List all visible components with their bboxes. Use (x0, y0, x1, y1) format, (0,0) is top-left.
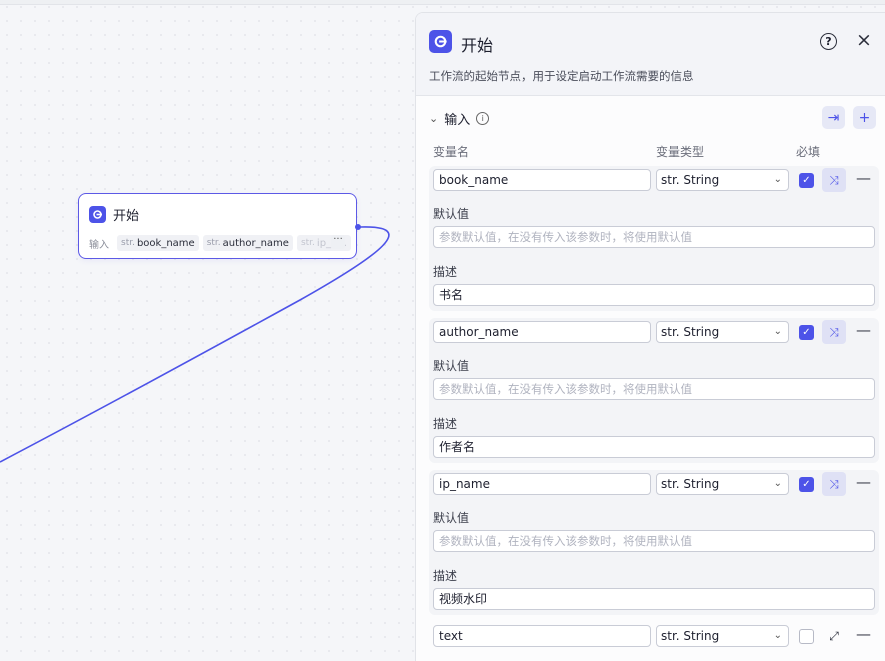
variable-name-input[interactable]: ip_name (433, 473, 651, 495)
section-title: 输入 (444, 113, 471, 128)
type-value: str. String (661, 477, 720, 491)
panel-description: 工作流的起始节点，用于设定启动工作流需要的信息 (429, 69, 694, 83)
remove-variable-button[interactable]: — (856, 625, 871, 643)
chip-type: str. (121, 238, 135, 248)
type-value: str. String (661, 325, 720, 339)
chevron-down-icon: ⌄ (773, 630, 782, 641)
variable-type-select[interactable]: str. String ⌄ (656, 473, 789, 495)
required-checkbox[interactable]: ✓ (799, 173, 814, 188)
collapse-icon[interactable]: ⤨ (822, 168, 846, 192)
help-icon[interactable]: ? (820, 33, 837, 50)
variable-name-input[interactable]: book_name (433, 169, 651, 191)
remove-variable-button[interactable]: — (856, 169, 871, 187)
canvas-top-border (0, 0, 885, 5)
col-header-name: 变量名 (433, 145, 470, 159)
close-icon[interactable]: × (856, 30, 872, 50)
col-header-type: 变量类型 (656, 145, 705, 159)
node-output-port[interactable] (355, 224, 361, 230)
type-value: str. String (661, 173, 720, 187)
expand-icon[interactable]: ⤢ (822, 624, 846, 648)
info-icon[interactable]: i (476, 112, 490, 125)
chip-type: str. (206, 238, 221, 248)
remove-variable-button[interactable]: — (856, 321, 871, 339)
start-node-icon (429, 30, 452, 53)
default-value-label: 默认值 (433, 207, 470, 221)
default-value-input[interactable]: 参数默认值，在没有传入该参数时，将使用默认值 (433, 530, 875, 552)
more-inputs-button[interactable]: ··· (331, 235, 345, 249)
description-input[interactable]: 作者名 (433, 436, 875, 458)
start-node[interactable]: 开始 输入 str. book_name str. author_name str.… (78, 193, 357, 259)
chevron-down-icon: ⌄ (773, 174, 782, 185)
required-checkbox[interactable] (799, 629, 814, 644)
start-node-icon (89, 206, 106, 223)
chevron-down-icon[interactable]: ⌄ (429, 112, 438, 125)
panel-title: 开始 (461, 36, 494, 55)
node-header: 开始 (89, 205, 139, 224)
required-checkbox[interactable]: ✓ (799, 325, 814, 340)
col-header-required: 必填 (796, 145, 821, 159)
description-label: 描述 (433, 265, 458, 279)
variable-type-select[interactable]: str. String ⌄ (656, 321, 789, 343)
chevron-down-icon: ⌄ (773, 478, 782, 489)
variable-name-input[interactable]: text (433, 625, 651, 647)
node-settings-panel: 开始 ? × 工作流的起始节点，用于设定启动工作流需要的信息 ⌄ 输入 i ⇥ … (415, 12, 885, 661)
description-input[interactable]: 书名 (433, 284, 875, 306)
import-icon[interactable]: ⇥ (822, 106, 845, 129)
chevron-down-icon: ⌄ (773, 326, 782, 337)
node-title: 开始 (113, 209, 140, 224)
default-value-label: 默认值 (433, 359, 470, 373)
required-checkbox[interactable]: ✓ (799, 477, 814, 492)
chip-name: author_name (222, 237, 289, 249)
default-value-input[interactable]: 参数默认值，在没有传入该参数时，将使用默认值 (433, 226, 875, 248)
default-value-input[interactable]: 参数默认值，在没有传入该参数时，将使用默认值 (433, 378, 875, 400)
chip-type: str. (300, 238, 315, 248)
variable-type-select[interactable]: str. String ⌄ (656, 169, 789, 191)
remove-variable-button[interactable]: — (856, 473, 871, 491)
add-variable-button[interactable]: + (853, 106, 876, 129)
variable-name-input[interactable]: author_name (433, 321, 651, 343)
default-value-label: 默认值 (433, 511, 470, 525)
collapse-icon[interactable]: ⤨ (822, 472, 846, 496)
chip-name: book_name (136, 237, 195, 249)
description-input[interactable]: 视频水印 (433, 588, 875, 610)
node-input-label: 输入 (89, 239, 109, 251)
node-inputs-row: 输入 str.book_name str.author_name str.ip_… (89, 235, 351, 251)
variable-type-select[interactable]: str. String ⌄ (656, 625, 789, 647)
type-value: str. String (661, 629, 720, 643)
description-label: 描述 (433, 569, 458, 583)
collapse-icon[interactable]: ⤨ (822, 320, 846, 344)
node-chip: str. book_name (117, 235, 199, 251)
input-section-header[interactable]: ⌄ 输入 i (429, 109, 490, 128)
panel-header: 开始 ? × 工作流的起始节点，用于设定启动工作流需要的信息 (416, 13, 885, 96)
description-label: 描述 (433, 417, 458, 431)
node-chip: str. author_name (202, 235, 293, 251)
